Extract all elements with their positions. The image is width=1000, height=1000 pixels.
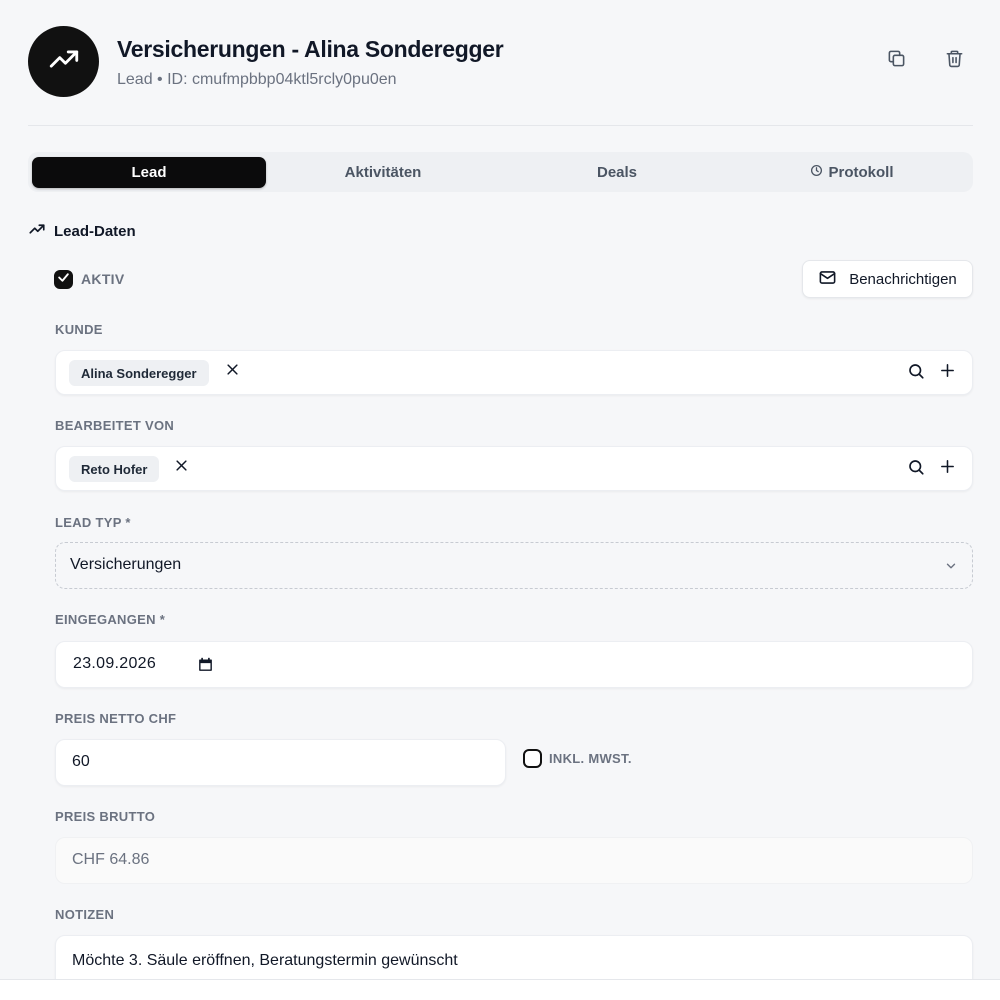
plus-icon (939, 362, 956, 384)
eingegangen-date-input[interactable]: 23.09.2026 (55, 641, 973, 688)
bottom-bar (0, 979, 1000, 1000)
tab-label: Aktivitäten (344, 164, 422, 181)
calendar-icon[interactable] (197, 656, 214, 678)
tab-lead[interactable]: Lead (32, 157, 266, 188)
tab-aktivitaeten[interactable]: Aktivitäten (266, 157, 500, 188)
add-kunde-button[interactable] (937, 363, 957, 383)
search-icon (907, 362, 925, 385)
check-icon (57, 271, 70, 289)
preis-netto-label: PREIS NETTO CHF (55, 711, 177, 726)
eingegangen-value: 23.09.2026 (73, 655, 157, 672)
lead-header: Versicherungen - Alina Sonderegger Lead … (28, 26, 973, 126)
notizen-value: Möchte 3. Säule eröffnen, Beratungstermi… (72, 952, 458, 969)
eingegangen-label: EINGEGANGEN * (55, 612, 166, 627)
close-icon (225, 362, 240, 382)
remove-kunde-button[interactable] (223, 363, 241, 381)
tab-label: Deals (596, 164, 638, 181)
page-title: Versicherungen - Alina Sonderegger (117, 36, 504, 62)
bearbeitet-von-field[interactable]: Reto Hofer (55, 446, 973, 491)
page-subtitle: Lead • ID: cmufmpbbp04ktl5rcly0pu0en (117, 71, 397, 88)
copy-button[interactable] (883, 48, 909, 74)
bearbeitet-von-label: BEARBEITET VON (55, 418, 175, 433)
notify-button-label: Benachrichtigen (849, 270, 957, 288)
plus-icon (939, 458, 956, 480)
kunde-label: KUNDE (55, 322, 103, 337)
tab-bar: Lead Aktivitäten Deals Protokoll (28, 152, 973, 192)
clock-icon (810, 164, 828, 181)
inkl-mwst-label: INKL. MWST. (549, 751, 632, 766)
close-icon (174, 458, 189, 478)
tab-protokoll[interactable]: Protokoll (735, 157, 969, 188)
aktiv-checkbox[interactable] (54, 270, 73, 289)
kunde-field[interactable]: Alina Sonderegger (55, 350, 973, 395)
tab-label: Protokoll (828, 164, 894, 181)
lead-typ-value: Versicherungen (70, 556, 182, 573)
notizen-label: NOTIZEN (55, 907, 115, 922)
preis-brutto-label: PREIS BRUTTO (55, 809, 156, 824)
preis-brutto-value: CHF 64.86 (72, 851, 150, 868)
preis-netto-input[interactable]: 60 (55, 739, 506, 786)
tab-label: Lead (131, 164, 167, 181)
copy-icon (887, 49, 906, 73)
bearbeitet-von-chip: Reto Hofer (69, 456, 160, 482)
add-bearbeiter-button[interactable] (937, 459, 957, 479)
trash-icon (945, 49, 964, 73)
lead-avatar (28, 26, 99, 97)
section-title-label: Lead-Daten (54, 222, 136, 240)
kunde-chip: Alina Sonderegger (69, 360, 209, 386)
preis-netto-value: 60 (72, 753, 90, 770)
trending-up-icon (47, 42, 81, 81)
aktiv-label: AKTIV (81, 271, 125, 287)
chevron-down-icon (944, 559, 958, 578)
remove-bearbeiter-button[interactable] (172, 459, 190, 477)
tab-deals[interactable]: Deals (500, 157, 734, 188)
search-bearbeiter-button[interactable] (906, 459, 926, 479)
delete-button[interactable] (941, 48, 967, 74)
notify-button[interactable]: Benachrichtigen (802, 260, 973, 298)
lead-typ-label: LEAD TYP * (55, 515, 131, 530)
lead-typ-select[interactable]: Versicherungen (55, 542, 973, 589)
search-icon (907, 458, 925, 481)
inkl-mwst-checkbox[interactable] (523, 749, 542, 768)
preis-brutto-input: CHF 64.86 (55, 837, 973, 884)
trending-up-icon (28, 220, 54, 242)
section-title: Lead-Daten (28, 220, 136, 242)
mail-icon (818, 268, 849, 291)
search-kunde-button[interactable] (906, 363, 926, 383)
